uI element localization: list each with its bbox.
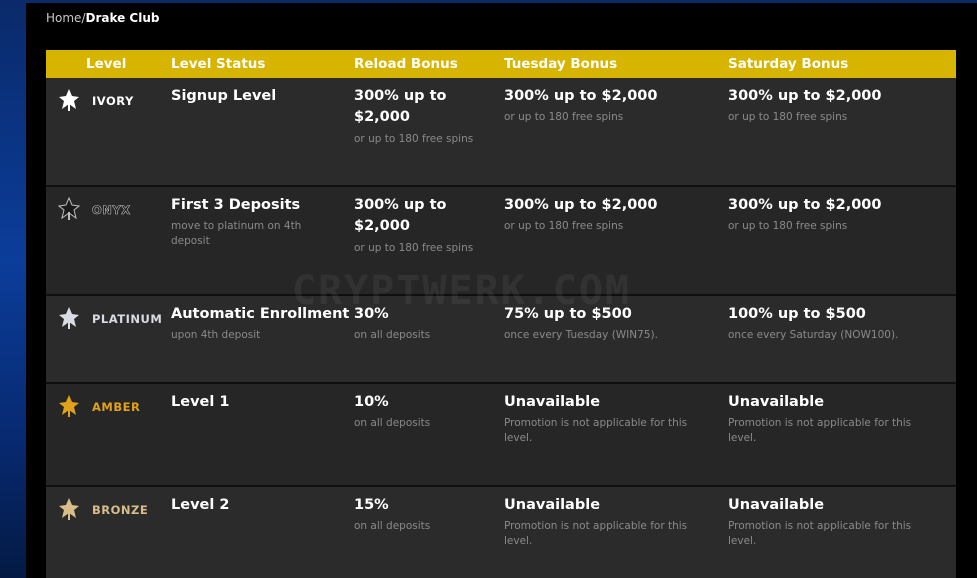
tuesday-bonus-note: Promotion is not applicable for this lev… <box>504 417 688 444</box>
levels-table: Level Level Status Reload Bonus Tuesday … <box>46 50 956 578</box>
saturday-bonus: 100% up to $500 <box>728 306 866 322</box>
level-name: AMBER <box>92 400 141 414</box>
table-row-bronze: BRONZE Level 2 15% on all deposits Unava… <box>46 487 956 578</box>
header-saturday-bonus: Saturday Bonus <box>728 56 849 72</box>
reload-bonus: 300% up to $2,000 <box>354 88 447 125</box>
level-status: Level 1 <box>171 394 230 410</box>
level-name: ONYX <box>92 203 131 218</box>
level-status: Level 2 <box>171 497 230 513</box>
tuesday-bonus: Unavailable <box>504 497 601 513</box>
saturday-bonus-note: Promotion is not applicable for this lev… <box>728 417 912 444</box>
reload-bonus-note: on all deposits <box>354 329 431 341</box>
breadcrumb-current: Drake Club <box>85 11 160 25</box>
saturday-bonus: Unavailable <box>728 394 825 410</box>
saturday-bonus-note: once every Saturday (NOW100). <box>728 329 899 341</box>
level-status-note: upon 4th deposit <box>171 329 261 341</box>
platinum-drake-icon <box>59 307 79 329</box>
saturday-bonus: 300% up to $2,000 <box>728 197 882 213</box>
saturday-bonus-note: or up to 180 free spins <box>728 111 848 123</box>
reload-bonus-note: on all deposits <box>354 417 431 429</box>
onyx-drake-icon <box>58 197 80 220</box>
tuesday-bonus-note: or up to 180 free spins <box>504 111 624 123</box>
breadcrumb-home-link[interactable]: Home <box>46 11 81 25</box>
level-name: IVORY <box>92 94 134 108</box>
tuesday-bonus-note: once every Tuesday (WIN75). <box>504 329 658 341</box>
tuesday-bonus: 300% up to $2,000 <box>504 197 658 213</box>
tuesday-bonus-note: Promotion is not applicable for this lev… <box>504 520 688 547</box>
header-tuesday-bonus: Tuesday Bonus <box>504 56 618 72</box>
reload-bonus-note: on all deposits <box>354 520 431 532</box>
reload-bonus-note: or up to 180 free spins <box>354 133 474 145</box>
amber-drake-icon <box>59 395 79 417</box>
saturday-bonus: 300% up to $2,000 <box>728 88 882 104</box>
header-level-status: Level Status <box>171 56 266 72</box>
header-reload-bonus: Reload Bonus <box>354 56 458 72</box>
watermark: CRYPTWERK.COM <box>292 268 632 314</box>
reload-bonus: 10% <box>354 394 389 410</box>
ivory-drake-icon <box>59 89 79 111</box>
breadcrumb: Home/Drake Club <box>46 10 160 26</box>
level-status: Signup Level <box>171 88 277 104</box>
level-status: First 3 Deposits <box>171 197 301 213</box>
tuesday-bonus: Unavailable <box>504 394 601 410</box>
background-left-glow <box>0 0 26 578</box>
saturday-bonus: Unavailable <box>728 497 825 513</box>
reload-bonus: 15% <box>354 497 389 513</box>
table-row-ivory: IVORY Signup Level 300% up to $2,000 or … <box>46 78 956 185</box>
header-level: Level <box>86 56 127 72</box>
bronze-drake-icon <box>59 498 79 520</box>
background-top-line <box>0 0 977 3</box>
reload-bonus: 300% up to $2,000 <box>354 197 447 234</box>
level-status-note: move to platinum on 4th deposit <box>171 220 302 247</box>
saturday-bonus-note: or up to 180 free spins <box>728 220 848 232</box>
level-name: BRONZE <box>92 503 149 517</box>
level-name: PLATINUM <box>92 312 163 326</box>
table-row-amber: AMBER Level 1 10% on all deposits Unavai… <box>46 384 956 485</box>
reload-bonus-note: or up to 180 free spins <box>354 242 474 254</box>
table-header: Level Level Status Reload Bonus Tuesday … <box>46 50 956 78</box>
saturday-bonus-note: Promotion is not applicable for this lev… <box>728 520 912 547</box>
tuesday-bonus-note: or up to 180 free spins <box>504 220 624 232</box>
tuesday-bonus: 300% up to $2,000 <box>504 88 658 104</box>
